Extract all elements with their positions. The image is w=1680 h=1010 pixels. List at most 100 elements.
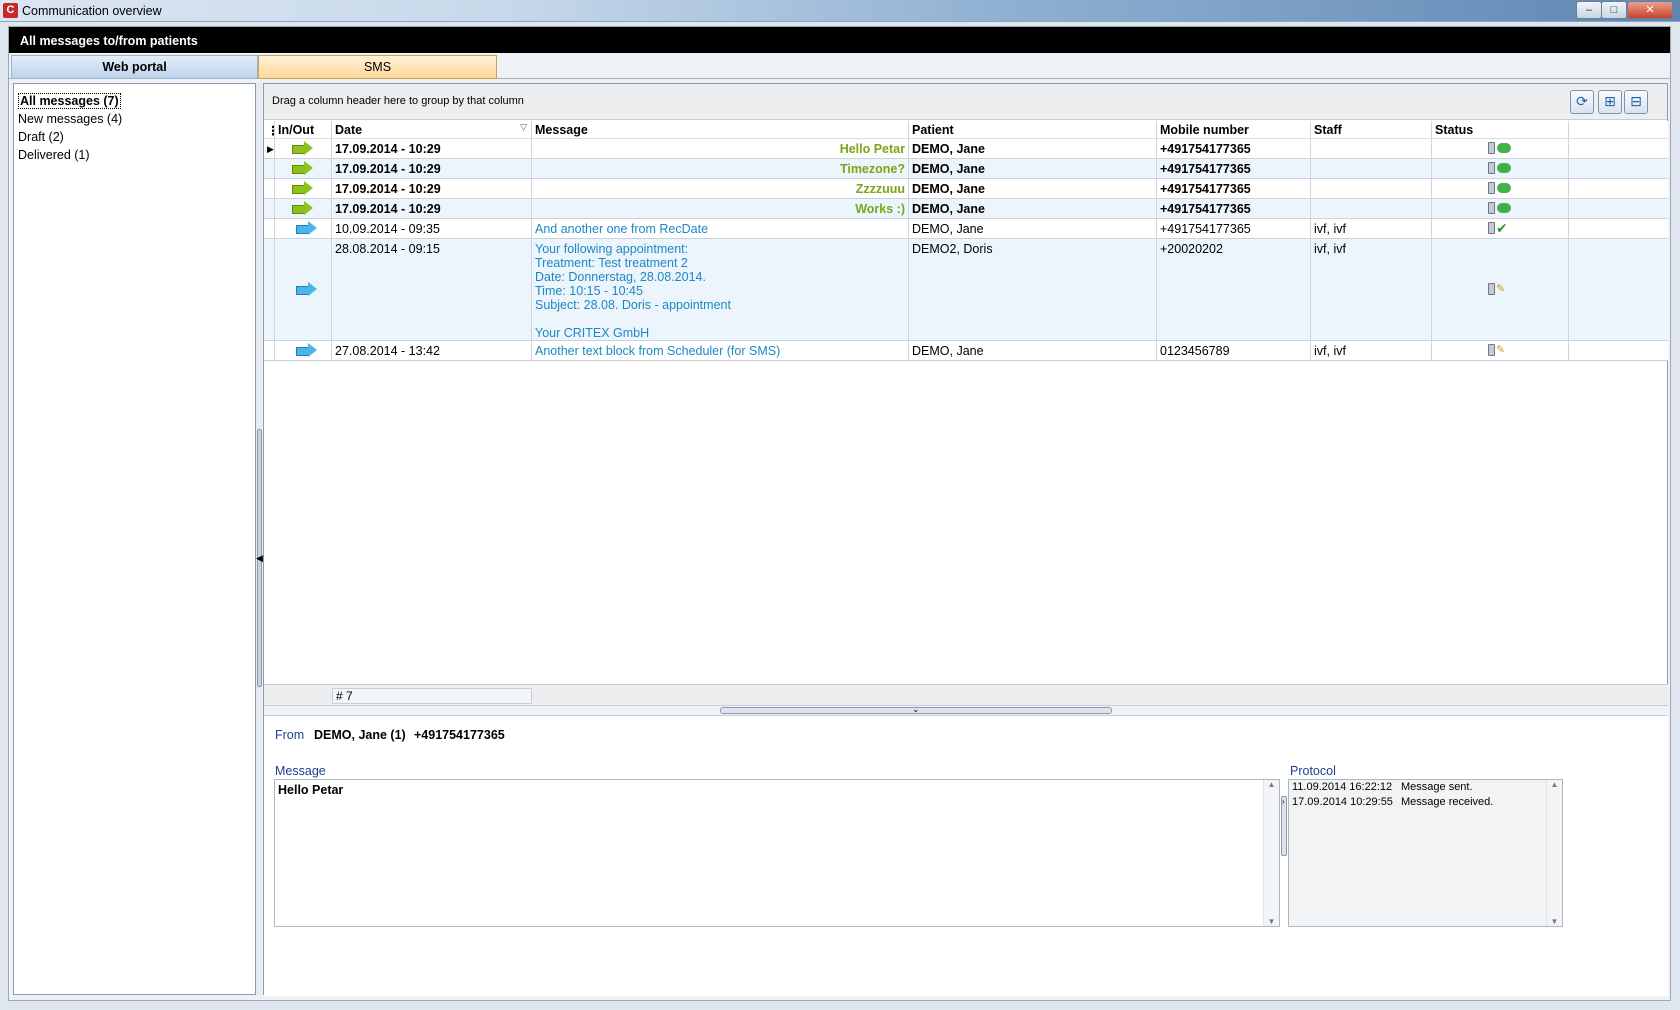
refresh-icon: ⟳ <box>1576 93 1588 109</box>
protocol-text: Message sent. <box>1401 781 1473 793</box>
refresh-button[interactable]: ⟳ <box>1570 90 1594 114</box>
protocol-scrollbar[interactable]: ▲ ▼ <box>1546 780 1562 926</box>
outgoing-arrow-icon <box>294 282 318 296</box>
chevron-down-icon[interactable]: ⌄ <box>912 704 920 715</box>
outgoing-arrow-icon <box>294 221 318 235</box>
column-header-staff[interactable]: Staff <box>1311 121 1432 138</box>
scroll-down-icon[interactable]: ▼ <box>1264 917 1279 926</box>
phone-icon <box>1488 283 1495 295</box>
folder-draft[interactable]: Draft (2) <box>17 128 255 146</box>
message-scrollbar[interactable]: ▲ ▼ <box>1263 780 1279 926</box>
phone-icon <box>1488 202 1495 214</box>
in-out-cell <box>275 159 332 178</box>
protocol-entry: 11.09.2014 16:22:12 Message sent. <box>1289 781 1562 795</box>
outgoing-arrow-icon <box>294 343 318 357</box>
scroll-down-icon[interactable]: ▼ <box>1547 917 1562 926</box>
table-row[interactable]: ▶ 17.09.2014 - 10:29 Hello Petar DEMO, J… <box>264 139 1668 159</box>
table-row[interactable]: 10.09.2014 - 09:35 And another one from … <box>264 219 1668 239</box>
in-out-cell <box>275 341 332 360</box>
row-indicator <box>264 199 275 218</box>
from-label: From <box>275 728 305 742</box>
folder-new-messages[interactable]: New messages (4) <box>17 110 255 128</box>
table-row[interactable]: 27.08.2014 - 13:42 Another text block fr… <box>264 341 1668 361</box>
in-out-cell <box>275 239 332 340</box>
in-out-cell <box>275 199 332 218</box>
row-indicator <box>264 179 275 198</box>
folder-all-messages[interactable]: All messages (7) <box>17 92 255 110</box>
column-header-date-label: Date <box>335 123 363 137</box>
pencil-icon: ✎ <box>1496 344 1506 356</box>
incoming-arrow-icon <box>292 181 314 195</box>
patient-cell: DEMO, Jane <box>909 159 1157 178</box>
date-cell: 17.09.2014 - 10:29 <box>332 179 532 198</box>
vertical-splitter[interactable]: ◀ <box>256 83 263 995</box>
chevron-left-icon[interactable]: ◀ <box>256 553 263 564</box>
column-header-mobile[interactable]: Mobile number <box>1157 121 1311 138</box>
incoming-arrow-icon <box>292 201 314 215</box>
message-cell: Timezone? <box>532 159 909 178</box>
message-textarea[interactable]: Hello Petar ▲ ▼ <box>274 779 1280 927</box>
horizontal-splitter[interactable]: ⌄ <box>264 704 1668 716</box>
table-row[interactable]: 17.09.2014 - 10:29 Timezone? DEMO, Jane … <box>264 159 1668 179</box>
column-header-in-out[interactable]: In/Out <box>275 121 332 138</box>
column-header-status[interactable]: Status <box>1432 121 1569 138</box>
mobile-cell: +20020202 <box>1157 239 1311 340</box>
column-header-message[interactable]: Message <box>532 121 909 138</box>
status-cell: ✎ <box>1432 239 1569 340</box>
messages-panel: Drag a column header here to group by th… <box>263 83 1668 996</box>
status-cell <box>1432 199 1569 218</box>
scroll-up-icon[interactable]: ▲ <box>1264 780 1279 789</box>
window-titlebar: C Communication overview – □ ✕ <box>0 0 1680 22</box>
date-cell: 28.08.2014 - 09:15 <box>332 239 532 340</box>
collapse-all-button[interactable]: ⊟ <box>1624 90 1648 114</box>
tab-web-portal[interactable]: Web portal <box>11 55 258 79</box>
maximize-button[interactable]: □ <box>1601 1 1627 19</box>
column-header-date[interactable]: Date ▽ <box>332 121 532 138</box>
pencil-icon: ✎ <box>1496 283 1506 295</box>
table-row[interactable]: 17.09.2014 - 10:29 Zzzzuuu DEMO, Jane +4… <box>264 179 1668 199</box>
mobile-cell: +491754177365 <box>1157 179 1311 198</box>
close-button[interactable]: ✕ <box>1627 1 1673 19</box>
speech-bubble-icon <box>1497 183 1511 193</box>
message-cell: Hello Petar <box>532 139 909 158</box>
row-indicator <box>264 239 275 340</box>
status-cell <box>1432 179 1569 198</box>
in-out-cell <box>275 139 332 158</box>
phone-icon <box>1488 142 1495 154</box>
scroll-up-icon[interactable]: ▲ <box>1547 780 1562 789</box>
window-title: Communication overview <box>22 4 162 18</box>
staff-cell: ivf, ivf <box>1311 219 1432 238</box>
message-text: Hello Petar <box>278 783 344 797</box>
message-cell: Another text block from Scheduler (for S… <box>532 341 909 360</box>
status-cell: ✎ <box>1432 341 1569 360</box>
table-row[interactable]: 28.08.2014 - 09:15 Your following appoin… <box>264 239 1668 341</box>
group-by-area[interactable]: Drag a column header here to group by th… <box>264 84 1667 120</box>
column-chooser-icon[interactable]: ⋮ <box>264 121 275 138</box>
mobile-cell: +491754177365 <box>1157 219 1311 238</box>
protocol-label: Protocol <box>1290 764 1336 778</box>
message-label: Message <box>275 764 326 778</box>
chevron-right-icon[interactable]: › <box>1282 797 1285 806</box>
tab-bar: Web portal SMS <box>9 55 1670 79</box>
date-cell: 17.09.2014 - 10:29 <box>332 199 532 218</box>
detail-splitter[interactable]: › <box>1281 796 1287 856</box>
phone-icon <box>1488 344 1495 356</box>
mobile-cell: 0123456789 <box>1157 341 1311 360</box>
mobile-cell: +491754177365 <box>1157 159 1311 178</box>
speech-bubble-icon <box>1497 143 1511 153</box>
tab-sms[interactable]: SMS <box>258 55 497 79</box>
table-row[interactable]: 17.09.2014 - 10:29 Works :) DEMO, Jane +… <box>264 199 1668 219</box>
minimize-button[interactable]: – <box>1576 1 1602 19</box>
expand-all-button[interactable]: ⊞ <box>1598 90 1622 114</box>
message-cell: Zzzzuuu <box>532 179 909 198</box>
patient-cell: DEMO2, Doris <box>909 239 1157 340</box>
folder-delivered[interactable]: Delivered (1) <box>17 146 255 164</box>
message-detail: From DEMO, Jane (1) +491754177365 Messag… <box>264 716 1668 996</box>
patient-cell: DEMO, Jane <box>909 199 1157 218</box>
filter-icon[interactable]: ▽ <box>520 122 527 133</box>
phone-icon <box>1488 182 1495 194</box>
row-indicator <box>264 341 275 360</box>
status-cell <box>1432 139 1569 158</box>
column-header-patient[interactable]: Patient <box>909 121 1157 138</box>
protocol-list[interactable]: 11.09.2014 16:22:12 Message sent. 17.09.… <box>1288 779 1563 927</box>
